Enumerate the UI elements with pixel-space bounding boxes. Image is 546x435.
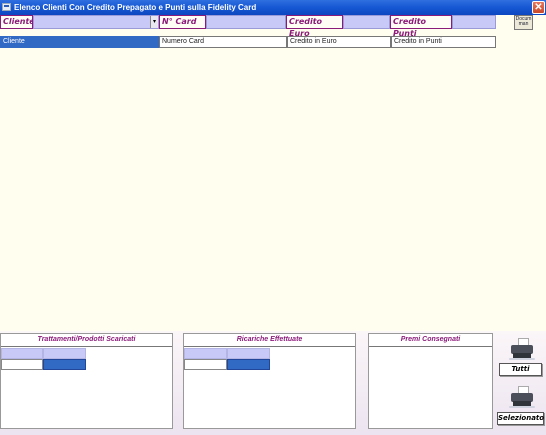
tutti-button[interactable]: Tutti — [499, 363, 542, 376]
trattamenti-header-cell-1 — [1, 348, 43, 359]
ricariche-title: Ricariche Effettuate — [184, 334, 355, 347]
card-label: N° Card — [159, 15, 206, 29]
trattamenti-header-cell-2 — [43, 348, 86, 359]
docman-label: Docum man — [515, 16, 532, 27]
ricariche-row-cell-2[interactable] — [227, 359, 270, 370]
card-field[interactable] — [206, 15, 286, 29]
trattamenti-panel: Trattamenti/Prodotti Scaricati — [0, 333, 173, 429]
close-button[interactable]: ✕ — [532, 1, 545, 14]
ricariche-panel: Ricariche Effettuate — [183, 333, 356, 429]
cliente-combo[interactable]: ▾ — [33, 15, 159, 29]
printer-icon[interactable] — [509, 338, 535, 360]
trattamenti-row-cell-2[interactable] — [43, 359, 86, 370]
column-header-credito-punti[interactable]: Credito in Punti — [391, 36, 496, 48]
ricariche-header-cell-2 — [227, 348, 270, 359]
filter-bar: Cliente ▾ N° Card Credito Euro Credito P… — [0, 15, 546, 38]
credito-punti-label: Credito Punti — [390, 15, 452, 38]
cliente-label: Cliente — [0, 15, 35, 29]
credito-euro-label: Credito Euro — [286, 15, 343, 38]
chevron-down-icon[interactable]: ▾ — [150, 16, 158, 28]
credito-punti-field[interactable] — [452, 15, 496, 29]
title-bar: Elenco Clienti Con Credito Prepagato e P… — [0, 0, 546, 15]
column-header-cliente[interactable]: Cliente — [0, 36, 159, 48]
premi-panel: Premi Consegnati — [368, 333, 493, 429]
window-title: Elenco Clienti Con Credito Prepagato e P… — [14, 3, 257, 12]
printer-icon[interactable] — [509, 386, 535, 408]
column-header-credito-euro[interactable]: Credito in Euro — [287, 36, 391, 48]
credito-euro-field[interactable] — [343, 15, 390, 29]
premi-title: Premi Consegnati — [369, 334, 492, 347]
docman-button[interactable]: Docum man — [514, 15, 533, 30]
ricariche-header-cell-1 — [184, 348, 227, 359]
column-header-numero-card[interactable]: Numero Card — [159, 36, 287, 48]
ricariche-row-cell-1[interactable] — [184, 359, 227, 370]
trattamenti-row-cell-1[interactable] — [1, 359, 43, 370]
selezionato-button[interactable]: Selezionato — [497, 412, 544, 425]
app-icon — [2, 3, 11, 11]
trattamenti-title: Trattamenti/Prodotti Scaricati — [1, 334, 172, 347]
detail-panels: Trattamenti/Prodotti Scaricati Ricariche… — [0, 331, 546, 435]
